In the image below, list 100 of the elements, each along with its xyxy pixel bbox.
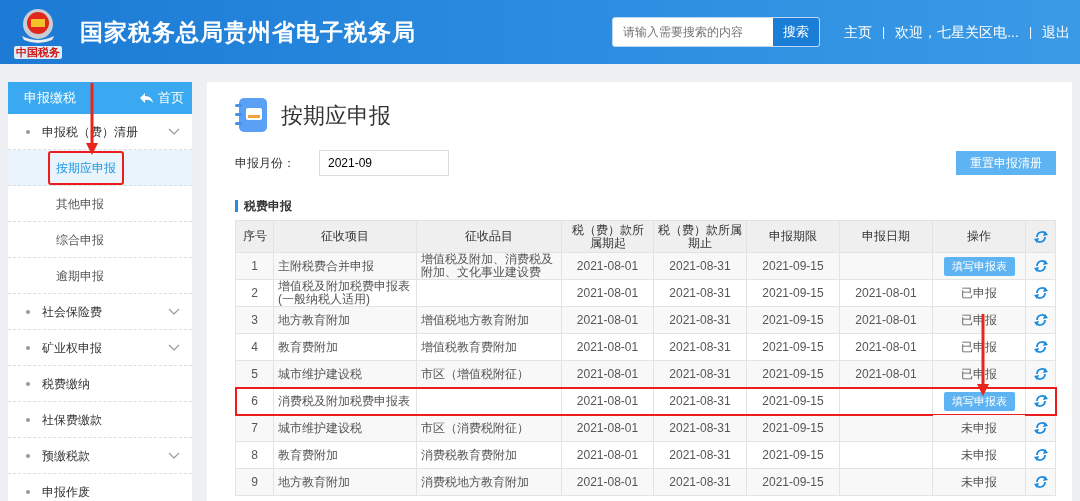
table-cell: 城市维护建设税 [278, 366, 362, 381]
table-cell: 2021-08-01 [855, 285, 917, 300]
table-cell: 2021-08-01 [855, 312, 917, 327]
refresh-icon[interactable] [1033, 340, 1048, 354]
table-cell: 2021-08-31 [669, 339, 731, 354]
refresh-icon[interactable] [1033, 313, 1048, 327]
table-cell: 城市维护建设税 [278, 420, 362, 435]
table-cell: 3 [251, 312, 258, 327]
column-header: 序号 [235, 220, 274, 253]
status-text: 未申报 [961, 474, 997, 489]
table-cell: 消费税及附加税费申报表 [278, 393, 410, 408]
table-cell: 1 [251, 258, 258, 273]
month-label: 申报月份： [235, 155, 295, 172]
status-text: 未申报 [961, 420, 997, 435]
table-cell: 增值税地方教育附加 [421, 312, 529, 327]
table-cell: 2021-08-31 [669, 258, 731, 273]
sidebar-item-label[interactable]: 预缴税款 [42, 446, 168, 465]
column-header: 征收品目 [416, 220, 562, 253]
table-cell: 2021-08-01 [855, 339, 917, 354]
sidebar-item-label[interactable]: 税费缴纳 [42, 374, 180, 393]
separator: | [1028, 24, 1032, 41]
table-cell: 主附税费合并申报 [278, 258, 374, 273]
site-title: 国家税务总局贵州省电子税务局 [80, 17, 416, 47]
column-header: 申报日期 [839, 220, 933, 253]
refresh-icon[interactable] [1033, 475, 1048, 489]
sidebar-subitem[interactable]: 逾期申报 [48, 266, 112, 285]
table-cell: 2021-08-31 [669, 393, 731, 408]
table-cell: 2021-09-15 [762, 339, 824, 354]
table-cell: 2021-08-01 [576, 420, 639, 435]
table-cell: 2021-08-01 [576, 474, 639, 489]
table-cell: 2021-09-15 [762, 447, 824, 462]
table-cell: 2021-08-01 [576, 366, 639, 381]
sidebar-subitem[interactable]: 其他申报 [48, 194, 112, 213]
table-cell: 教育费附加 [278, 339, 338, 354]
table-cell: 消费税教育费附加 [421, 447, 517, 462]
table-cell: 教育费附加 [278, 447, 338, 462]
table-cell: 增值税及附加、消费税及附加、文化事业建设费 [421, 252, 553, 279]
table-cell: 4 [251, 339, 258, 354]
table-cell: 2021-08-01 [576, 447, 639, 462]
search-field[interactable]: 请输入需要搜索的内容 搜索 [612, 17, 821, 47]
table-cell: 2021-08-01 [576, 312, 639, 327]
table-cell: 2021-09-15 [762, 393, 824, 408]
table-cell: 增值税及附加税费申报表(一般纳税人适用) [278, 279, 410, 306]
sidebar-item-label[interactable]: 申报作废 [42, 482, 180, 501]
table-cell: 2021-08-31 [669, 285, 731, 300]
table-cell: 2021-08-31 [669, 312, 731, 327]
refresh-icon[interactable] [1033, 286, 1048, 300]
sidebar-item-label[interactable]: 社保费缴款 [42, 410, 180, 429]
table-cell: 2021-09-15 [762, 258, 824, 273]
table-cell: 7 [251, 420, 258, 435]
table-cell: 地方教育附加 [278, 474, 350, 489]
table-cell: 2021-09-15 [762, 312, 824, 327]
table-cell: 5 [251, 366, 258, 381]
separator: | [882, 24, 886, 41]
table-cell: 地方教育附加 [278, 312, 350, 327]
chevron-down-icon [168, 307, 180, 316]
refresh-icon [1033, 229, 1048, 244]
table-cell: 2021-08-01 [576, 339, 639, 354]
refresh-icon[interactable] [1033, 421, 1048, 435]
table-cell: 市区（增值税附征） [421, 366, 529, 381]
page-title: 按期应申报 [281, 101, 391, 130]
table-cell: 6 [251, 393, 258, 408]
table-cell: 2021-08-01 [855, 366, 917, 381]
table-cell: 2021-08-01 [576, 285, 639, 300]
logo-caption: 中国税务 [14, 45, 62, 59]
sidebar-item-label[interactable]: 社会保险费 [42, 302, 168, 321]
sidebar-title: 申报缴税 [24, 89, 76, 108]
table-cell: 2 [251, 285, 258, 300]
table-cell: 2021-09-15 [762, 474, 824, 489]
refresh-icon[interactable] [1033, 259, 1048, 273]
sidebar-subitem[interactable]: 综合申报 [48, 230, 112, 249]
table-cell: 2021-09-15 [762, 285, 824, 300]
refresh-icon[interactable] [1033, 367, 1048, 381]
table-cell: 增值税教育费附加 [421, 339, 517, 354]
chevron-down-icon [168, 127, 180, 136]
column-header: 税（费）款所属期起 [561, 220, 654, 253]
home-link-text: 首页 [158, 89, 184, 108]
table-cell: 市区（消费税附征） [421, 420, 529, 435]
table-cell: 2021-08-31 [669, 366, 731, 381]
table-cell: 8 [251, 447, 258, 462]
section-title: 税费申报 [235, 200, 1056, 212]
table-cell: 2021-09-15 [762, 420, 824, 435]
table-cell: 消费税地方教育附加 [421, 474, 529, 489]
column-header: 征收项目 [273, 220, 417, 253]
table-cell: 2021-08-31 [669, 447, 731, 462]
notebook-icon [235, 96, 269, 134]
column-header: 税（费）款所属期止 [653, 220, 747, 253]
chevron-down-icon [168, 451, 180, 460]
column-header: 申报期限 [746, 220, 840, 253]
refresh-icon[interactable] [1033, 394, 1048, 408]
table-cell: 2021-08-31 [669, 474, 731, 489]
month-field[interactable]: 2021-09 [319, 150, 449, 176]
status-text: 未申报 [961, 447, 997, 462]
table-cell: 2021-08-01 [576, 393, 639, 408]
search-button[interactable]: 搜索 [773, 18, 820, 46]
table-cell: 2021-08-01 [576, 258, 639, 273]
column-header: 操作 [932, 220, 1026, 253]
status-text: 已申报 [961, 285, 997, 300]
sidebar-item-label[interactable]: 矿业权申报 [42, 338, 168, 357]
refresh-icon[interactable] [1033, 448, 1048, 462]
